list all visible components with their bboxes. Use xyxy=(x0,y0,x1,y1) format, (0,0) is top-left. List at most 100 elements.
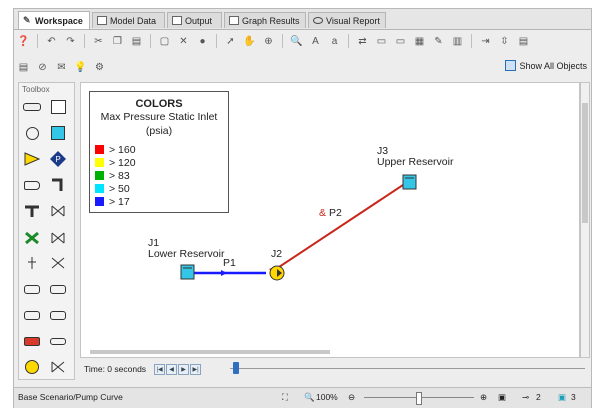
paste-icon[interactable]: ▤ xyxy=(130,35,143,48)
undo-icon[interactable]: ↶ xyxy=(45,35,58,48)
grid-icon[interactable]: ▦ xyxy=(413,35,426,48)
swap-icon[interactable]: ⇄ xyxy=(356,35,369,48)
venturi-icon[interactable] xyxy=(49,333,67,349)
j2-id-label: J2 xyxy=(271,248,283,260)
p2-prefix: & xyxy=(319,207,327,219)
pump-tool-icon[interactable]: P xyxy=(49,151,67,167)
block-icon[interactable]: ⊘ xyxy=(36,61,49,74)
time-slider-track xyxy=(230,368,585,369)
lightbulb-icon[interactable]: 💡 xyxy=(74,61,87,74)
first-frame-icon[interactable]: |◀ xyxy=(154,363,166,375)
next-frame-icon[interactable]: ▶ xyxy=(178,363,190,375)
select-icon[interactable]: ▢ xyxy=(158,35,171,48)
zoom-slider-thumb[interactable] xyxy=(416,392,422,405)
expand-icon[interactable]: ⇥ xyxy=(479,35,492,48)
tab-output[interactable]: Output xyxy=(167,12,222,28)
tab-workspace[interactable]: ✎ Workspace xyxy=(18,11,90,29)
vertical-scrollbar[interactable] xyxy=(580,82,590,358)
cut-icon[interactable]: ✂ xyxy=(92,35,105,48)
pipe-tool-icon[interactable] xyxy=(23,99,41,115)
junction-j3-reservoir[interactable] xyxy=(402,174,417,190)
tee-icon[interactable] xyxy=(23,203,41,219)
globe-icon[interactable]: ● xyxy=(196,35,209,48)
orifice-icon[interactable] xyxy=(49,281,67,297)
copy-icon[interactable]: ❐ xyxy=(111,35,124,48)
hand-icon[interactable]: ✋ xyxy=(243,35,256,48)
volume-balance-icon[interactable] xyxy=(49,359,67,375)
toolbar-separator xyxy=(471,34,472,48)
graph-icon xyxy=(229,16,239,25)
heat-exchanger-icon[interactable] xyxy=(23,281,41,297)
fit-icon[interactable]: ⛶ xyxy=(282,392,288,403)
vertical-scroll-thumb[interactable] xyxy=(582,103,588,223)
toolbar-separator xyxy=(84,34,85,48)
relief-valve-icon[interactable] xyxy=(49,229,67,245)
overview-icon[interactable]: ▣ xyxy=(498,392,506,403)
redo-icon[interactable]: ↷ xyxy=(64,35,77,48)
settings-icon[interactable]: ⚙ xyxy=(93,61,106,74)
distribute-icon[interactable]: ⇳ xyxy=(498,35,511,48)
filter-icon[interactable] xyxy=(23,333,41,349)
control-valve-icon[interactable] xyxy=(23,229,41,245)
align-center-icon[interactable]: ▭ xyxy=(394,35,407,48)
toolbar-separator xyxy=(150,34,151,48)
junction-count: 3 xyxy=(571,392,576,402)
branch-junction-icon[interactable] xyxy=(23,125,41,141)
zoom-icon[interactable]: ⊕ xyxy=(262,35,275,48)
legend-row-label: > 50 xyxy=(109,182,130,195)
screen-icon[interactable] xyxy=(23,307,41,323)
general-component-icon[interactable] xyxy=(49,307,67,323)
last-frame-icon[interactable]: ▶| xyxy=(190,363,202,375)
font-smaller-icon[interactable]: a xyxy=(328,35,341,48)
time-slider-thumb[interactable] xyxy=(233,362,239,374)
workspace-canvas[interactable]: COLORS Max Pressure Static Inlet (psia) … xyxy=(80,82,580,358)
list-icon[interactable]: ▤ xyxy=(17,61,30,74)
pointer-icon[interactable]: ➚ xyxy=(224,35,237,48)
tab-label: Workspace xyxy=(35,15,83,26)
check-valve-icon[interactable] xyxy=(49,203,67,219)
valve-tool-icon[interactable] xyxy=(23,151,41,167)
dead-end-icon[interactable] xyxy=(23,177,41,193)
p2-id: P2 xyxy=(328,207,342,219)
delete-icon[interactable]: ✕ xyxy=(177,35,190,48)
elbow-icon[interactable] xyxy=(49,177,67,193)
legend-row-label: > 83 xyxy=(109,169,130,182)
pipe-p1-flow-arrow xyxy=(221,270,227,276)
tab-label: Visual Report xyxy=(326,15,380,26)
horizontal-scrollbar[interactable] xyxy=(80,348,580,356)
legend-row: > 83 xyxy=(95,169,136,182)
time-bar: Time: 0 seconds |◀ ◀ ▶ ▶| xyxy=(80,361,590,377)
pump-component-icon[interactable] xyxy=(23,359,41,375)
tab-visual-report[interactable]: Visual Report xyxy=(308,12,386,28)
show-all-objects-button[interactable]: Show All Objects xyxy=(505,60,587,71)
spray-icon[interactable] xyxy=(23,255,41,271)
p1-label: P1 xyxy=(223,257,236,269)
zoom-in-icon[interactable]: ⊕ xyxy=(480,392,487,403)
secondary-toolbar: ▤ ⊘ ✉ 💡 ⚙ Show All Objects xyxy=(14,56,591,78)
prev-frame-icon[interactable]: ◀ xyxy=(166,363,178,375)
j1-name-label: Lower Reservoir xyxy=(148,248,225,260)
junction-count-icon: ▣ xyxy=(558,392,567,402)
zoom-out-icon[interactable]: ⊖ xyxy=(348,392,355,403)
find-icon[interactable]: 🔍 xyxy=(290,35,303,48)
layout-icon[interactable]: ▤ xyxy=(517,35,530,48)
horizontal-scroll-thumb[interactable] xyxy=(90,350,330,354)
p2-label: & P2 xyxy=(319,208,342,219)
three-way-valve-icon[interactable] xyxy=(49,255,67,271)
tab-bar: ✎ Workspace Model Data Output Graph Resu… xyxy=(14,9,591,30)
junction-j1-reservoir[interactable] xyxy=(180,264,195,280)
format-icon[interactable]: ▥ xyxy=(451,35,464,48)
align-icon[interactable]: ▭ xyxy=(375,35,388,48)
mail-icon[interactable]: ✉ xyxy=(55,61,68,74)
pipe-p2[interactable] xyxy=(272,182,407,272)
font-larger-icon[interactable]: A xyxy=(309,35,322,48)
output-icon xyxy=(172,16,182,25)
application-window: ✎ Workspace Model Data Output Graph Resu… xyxy=(13,8,592,408)
annotation-icon[interactable]: ✎ xyxy=(432,35,445,48)
main-toolbar: ❓ ↶ ↷ ✂ ❐ ▤ ▢ ✕ ● ➚ ✋ ⊕ 🔍 A a ⇄ ▭ ▭ ▦ ✎ … xyxy=(14,30,591,52)
tab-graph-results[interactable]: Graph Results xyxy=(224,12,306,28)
tab-model-data[interactable]: Model Data xyxy=(92,12,165,28)
help-icon[interactable]: ❓ xyxy=(17,35,30,48)
reservoir-tool-icon[interactable] xyxy=(49,125,67,141)
annotation-tool-icon[interactable] xyxy=(49,99,67,115)
